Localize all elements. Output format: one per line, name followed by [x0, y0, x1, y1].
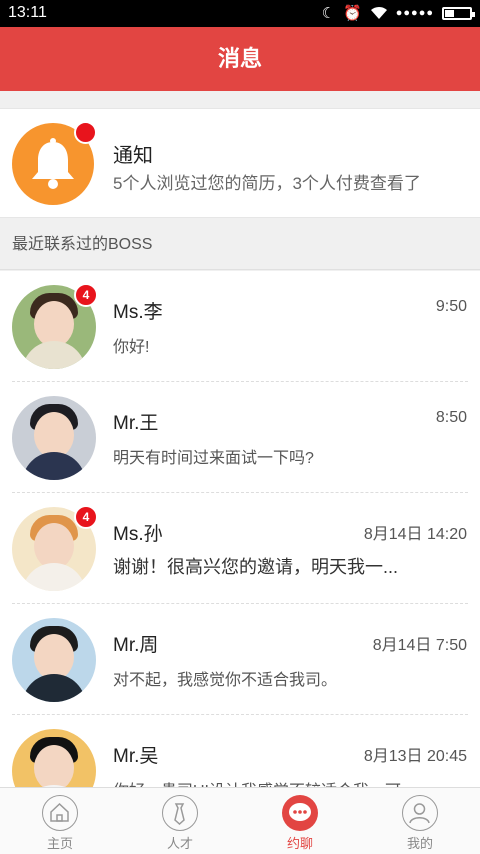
profile-icon	[402, 795, 438, 831]
avatar	[12, 729, 96, 787]
message-preview: 你好，贵司UI设计我感觉不较适合我，可	[113, 777, 401, 787]
dnd-moon-icon: ☾	[321, 5, 336, 22]
page-title: 消息	[217, 46, 262, 71]
bell-icon	[32, 138, 74, 189]
message-preview: 你好!	[113, 339, 150, 356]
unread-badge: 4	[74, 505, 98, 529]
alarm-icon: ⏰	[343, 5, 362, 22]
section-title: 最近联系过的BOSS	[12, 236, 153, 253]
page-header: 消息	[0, 27, 480, 91]
tab-label: 人才	[166, 836, 193, 851]
message-preview: 谢谢！很高兴您的邀请，明天我一...	[113, 557, 399, 577]
notification-row[interactable]: 通知 5个人浏览过您的简历，3个人付费查看了	[0, 108, 480, 218]
contact-name: Mr.吴	[113, 746, 159, 767]
tab-label: 主页	[46, 836, 73, 851]
conversation-item[interactable]: Mr.周 8月14日 7:50 对不起，我感觉你不适合我司。	[0, 604, 480, 715]
notification-description: 5个人浏览过您的简历，3个人付费查看了	[113, 174, 421, 193]
bottom-tab-bar: 主页 人才 约聊 我的	[0, 787, 480, 854]
status-time: 13:11	[8, 4, 47, 21]
message-time: 8月14日 14:20	[363, 526, 467, 543]
message-time: 8月13日 20:45	[363, 748, 467, 765]
tab-profile[interactable]: 我的	[360, 788, 480, 854]
message-time: 8:50	[435, 409, 467, 426]
conversation-item[interactable]: Mr.王 8:50 明天有时间过来面试一下吗?	[0, 382, 480, 493]
signal-icon: ●●●●●	[395, 7, 434, 19]
home-icon	[42, 795, 78, 831]
notification-title: 通知	[113, 145, 153, 167]
avatar	[12, 618, 96, 702]
tab-label: 约聊	[286, 836, 313, 851]
unread-badge: 4	[74, 283, 98, 307]
contact-name: Mr.周	[113, 635, 159, 656]
chat-icon	[282, 795, 318, 831]
contact-name: Ms.李	[113, 302, 163, 323]
message-preview: 明天有时间过来面试一下吗?	[113, 450, 314, 467]
message-time: 9:50	[435, 298, 467, 315]
contact-name: Mr.王	[113, 413, 159, 434]
conversation-item[interactable]: 4 Ms.孙 8月14日 14:20 谢谢！很高兴您的邀请，明天我一...	[0, 493, 480, 604]
message-preview: 对不起，我感觉你不适合我司。	[113, 672, 338, 689]
tab-label: 我的	[406, 836, 433, 851]
wifi-icon	[370, 6, 387, 19]
notification-dot	[74, 121, 97, 144]
tab-home[interactable]: 主页	[0, 788, 120, 854]
tab-chat[interactable]: 约聊	[240, 788, 360, 854]
tab-talent[interactable]: 人才	[120, 788, 240, 854]
message-time: 8月14日 7:50	[372, 637, 467, 654]
conversation-list[interactable]: 4 Ms.李 9:50 你好! Mr.王 8:50 明天有时间过来面试一下吗? …	[0, 271, 480, 787]
conversation-item[interactable]: Mr.吴 8月13日 20:45 你好，贵司UI设计我感觉不较适合我，可	[0, 715, 480, 787]
conversation-item[interactable]: 4 Ms.李 9:50 你好!	[0, 271, 480, 382]
status-icons: ☾ ⏰ ●●●●●	[321, 4, 475, 22]
status-bar: 13:11 ☾ ⏰ ●●●●●	[0, 0, 480, 27]
section-header: 最近联系过的BOSS	[0, 219, 480, 270]
avatar	[12, 396, 96, 480]
contact-name: Ms.孙	[113, 524, 163, 545]
battery-icon	[442, 6, 475, 20]
tie-icon	[162, 795, 198, 831]
